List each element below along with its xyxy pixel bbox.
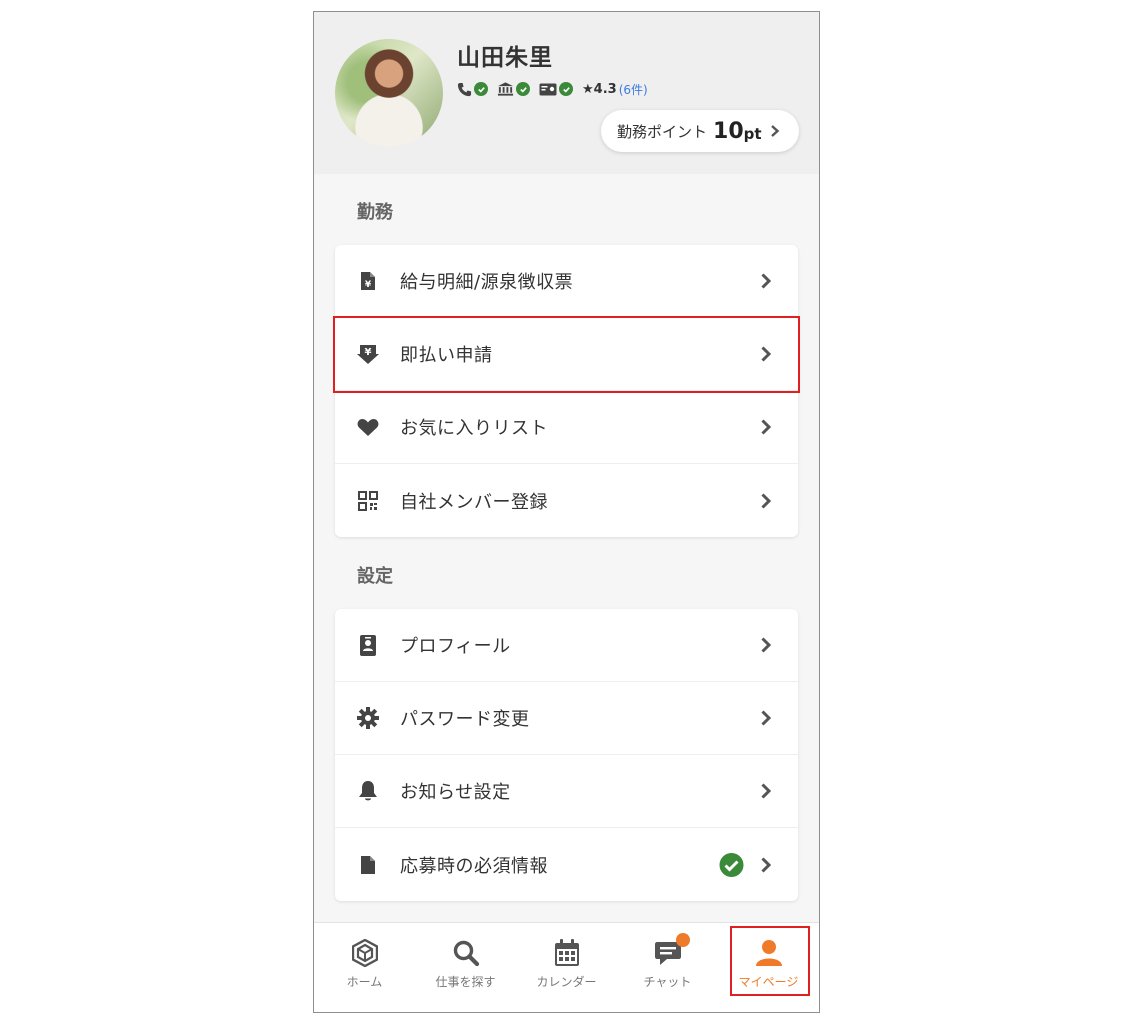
menu-item-label: 給与明細/源泉徴収票 [400,272,574,293]
menu-item-payslip[interactable]: ¥ 給与明細/源泉徴収票 [335,245,798,318]
chevron-right-icon [770,124,780,138]
tab-chat[interactable]: チャット [617,923,718,1012]
menu-item-label: プロフィール [400,636,511,657]
section-title-settings: 設定 [357,566,393,587]
qr-code-icon [357,490,379,512]
menu-item-label: パスワード変更 [400,709,530,730]
svg-text:¥: ¥ [365,280,372,290]
home-hex-icon [351,939,378,967]
settings-menu-card: プロフィール パスワード変更 お知らせ設定 応募時の必須情報 [335,609,798,901]
menu-item-label: お気に入りリスト [400,418,548,439]
menu-item-instant-pay[interactable]: ¥ 即払い申請 [333,316,800,393]
calendar-icon [554,939,580,967]
review-count-link[interactable]: (6件) [619,81,648,98]
id-card-icon [539,83,557,95]
chevron-right-icon [760,709,772,727]
tab-calendar[interactable]: カレンダー [516,923,617,1012]
document-icon [357,854,379,876]
menu-item-required-info[interactable]: 応募時の必須情報 [335,828,798,901]
menu-item-password[interactable]: パスワード変更 [335,682,798,755]
chevron-right-icon [760,636,772,654]
bank-verified-badge [497,81,530,97]
rating-value: ★4.3 [582,81,617,97]
chevron-right-icon [760,782,772,800]
heart-icon [357,416,379,438]
check-icon [559,82,573,96]
chevron-right-icon [760,492,772,510]
check-icon [474,82,488,96]
chat-icon [654,933,690,967]
menu-item-notifications[interactable]: お知らせ設定 [335,755,798,828]
phone-screen: 山田朱里 ★4.3 (6件) 勤務ポイント 10 pt 勤務 ¥ 給与明細/源泉… [313,11,820,1013]
active-tab-highlight [730,926,810,996]
verification-badges: ★4.3 (6件) [457,79,648,99]
tab-label: チャット [643,975,692,989]
tab-label: ホーム [346,975,383,989]
avatar[interactable] [335,39,443,147]
section-title-work: 勤務 [357,202,393,223]
work-points-button[interactable]: 勤務ポイント 10 pt [601,110,799,152]
check-icon [516,82,530,96]
work-menu-card: ¥ 給与明細/源泉徴収票 ¥ 即払い申請 お気に入りリスト 自社メンバー登録 [333,245,800,537]
rating: ★4.3 (6件) [582,81,648,98]
chevron-right-icon [760,856,772,874]
chevron-right-icon [760,272,772,290]
bank-icon [497,82,514,96]
menu-item-profile[interactable]: プロフィール [335,609,798,682]
menu-item-label: 応募時の必須情報 [400,855,548,877]
receipt-icon: ¥ [357,270,379,292]
chevron-right-icon [760,345,772,363]
menu-item-label: 自社メンバー登録 [400,491,548,513]
chevron-right-icon [760,418,772,436]
menu-item-favorites[interactable]: お気に入りリスト [335,391,798,464]
tab-home[interactable]: ホーム [314,923,415,1012]
phone-icon [457,82,472,96]
points-unit: pt [743,125,762,143]
svg-text:¥: ¥ [365,347,372,358]
search-icon [452,939,480,967]
menu-item-label: お知らせ設定 [400,782,511,803]
bottom-tab-bar: ホーム 仕事を探す カレンダー チャット マイページ [314,922,819,1012]
profile-name: 山田朱里 [457,45,553,71]
tab-search[interactable]: 仕事を探す [415,923,516,1012]
menu-item-label: 即払い申請 [400,345,493,366]
points-value: 10 [713,118,744,144]
points-label: 勤務ポイント [617,122,708,141]
id-badge-icon [357,634,379,656]
bell-icon [357,780,379,802]
menu-item-company-member[interactable]: 自社メンバー登録 [335,464,798,537]
gear-icon [357,707,379,729]
profile-header: 山田朱里 ★4.3 (6件) 勤務ポイント 10 pt [314,12,819,174]
yen-download-icon: ¥ [357,343,379,365]
phone-verified-badge [457,82,488,97]
tab-label: 仕事を探す [435,975,496,989]
notification-dot [675,933,690,947]
tab-label: カレンダー [536,975,597,989]
complete-check-icon [719,852,744,877]
id-verified-badge [539,82,573,96]
